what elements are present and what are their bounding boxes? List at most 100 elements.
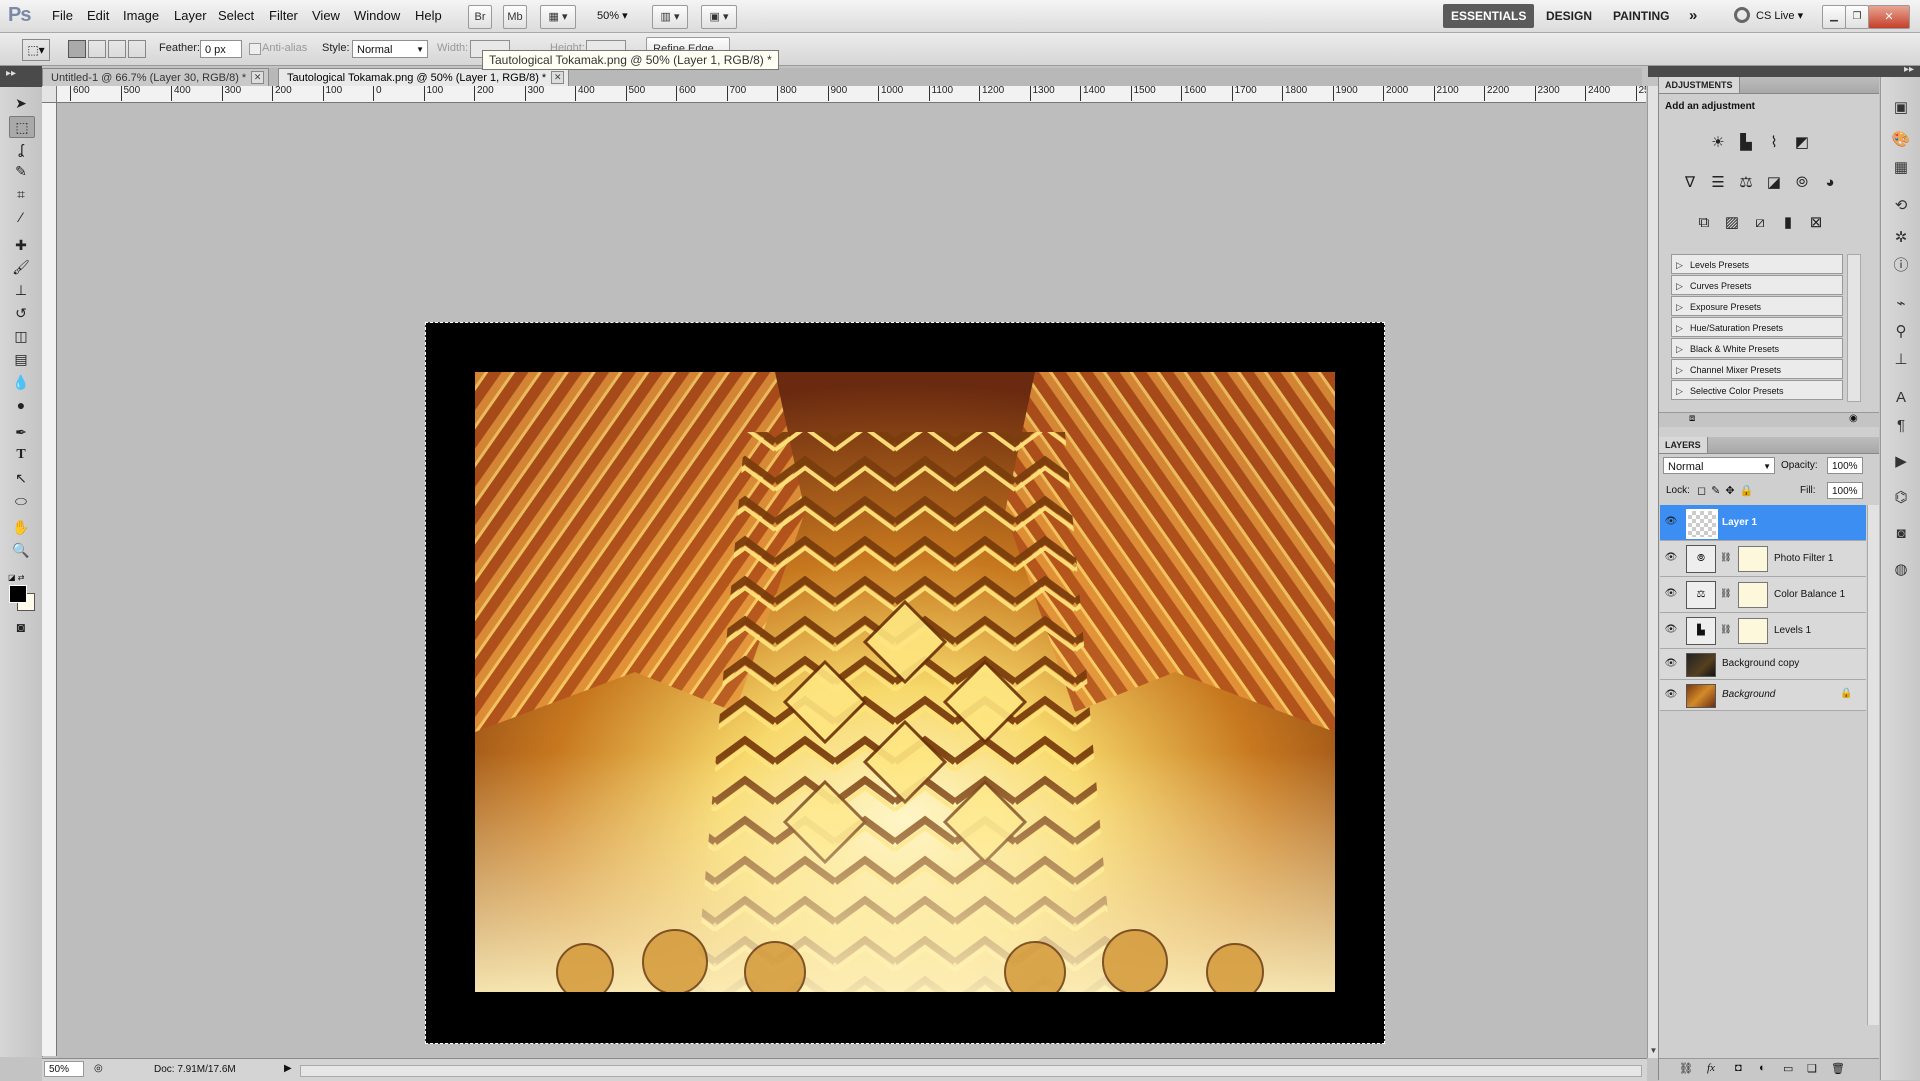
tool-presets-icon[interactable]: ⊥ (1890, 349, 1912, 371)
visibility-toggle-icon[interactable]: ◉ (1849, 413, 1858, 424)
presets-scrollbar[interactable] (1847, 254, 1861, 402)
ruler-origin[interactable] (42, 86, 57, 103)
clone-stamp-tool-icon[interactable]: ⊥ (9, 280, 33, 300)
eye-icon[interactable]: 👁 (1664, 688, 1678, 702)
add-mask-icon[interactable]: ◘ (1735, 1062, 1742, 1074)
menu-edit[interactable]: Edit (87, 0, 109, 32)
cs-live-menu[interactable]: CS Live ▾ (1756, 9, 1803, 22)
lock-options-icons[interactable]: ◻✎✥🔒 (1697, 484, 1758, 497)
close-window-button[interactable]: ✕ (1868, 5, 1910, 29)
quick-selection-tool-icon[interactable]: ✎ (9, 161, 33, 181)
pen-tool-icon[interactable]: ✒ (9, 422, 33, 442)
layer-row[interactable]: 👁 Background copy (1660, 649, 1866, 680)
anti-alias-checkbox[interactable] (249, 43, 261, 55)
menu-file[interactable]: File (52, 0, 73, 32)
screen-mode-button[interactable]: ▣ ▾ (701, 5, 737, 29)
link-layers-icon[interactable]: ⛓ (1679, 1062, 1693, 1075)
preset-hue-saturation[interactable]: Hue/Saturation Presets (1671, 317, 1843, 338)
preset-channel-mixer[interactable]: Channel Mixer Presets (1671, 359, 1843, 380)
actions-panel-icon[interactable]: ▶ (1890, 451, 1912, 473)
invert-icon[interactable]: ⧉ (1693, 212, 1715, 234)
swatches-panel-icon[interactable]: ▦ (1890, 157, 1912, 179)
clip-to-layer-icon[interactable]: ⧈ (1689, 413, 1695, 424)
menu-view[interactable]: View (312, 0, 340, 32)
status-menu-arrow-icon[interactable]: ▶ (284, 1063, 292, 1074)
intersect-selection-icon[interactable] (128, 40, 146, 58)
quick-mask-icon[interactable]: ◙ (9, 617, 33, 637)
move-tool-icon[interactable]: ➤ (9, 93, 33, 113)
close-tab-icon[interactable]: ✕ (551, 71, 565, 84)
gradient-map-icon[interactable]: ▮ (1777, 212, 1799, 234)
layer-name[interactable]: Color Balance 1 (1774, 577, 1845, 612)
preset-selective-color[interactable]: Selective Color Presets (1671, 380, 1843, 401)
workspace-design[interactable]: DESIGN (1546, 4, 1592, 28)
new-adjustment-icon[interactable]: ◐ (1759, 1062, 1766, 1074)
brush-tool-icon[interactable]: 🖌 (9, 257, 33, 277)
layer-row[interactable]: 👁 Layer 1 (1660, 505, 1866, 541)
fill-input[interactable]: 100% (1827, 482, 1863, 499)
channel-mixer-icon[interactable]: ◕ (1819, 172, 1841, 194)
blend-mode-select[interactable]: Normal ▼ (1663, 457, 1775, 474)
black-white-icon[interactable]: ◪ (1763, 172, 1785, 194)
menu-layer[interactable]: Layer (174, 0, 207, 32)
status-info-icon[interactable]: ◎ (94, 1063, 103, 1074)
minimize-button[interactable]: ▁ (1822, 5, 1846, 29)
close-tab-icon[interactable]: ✕ (251, 71, 265, 84)
layers-tab[interactable]: LAYERS (1659, 437, 1708, 453)
tab-untitled-1[interactable]: Untitled-1 @ 66.7% (Layer 30, RGB/8) * ✕ (42, 68, 270, 87)
arrange-documents-button[interactable]: ▥ ▾ (652, 5, 688, 29)
levels-icon[interactable]: ▙ (1735, 132, 1757, 154)
tab-tautological-tokamak[interactable]: Tautological Tokamak.png @ 50% (Layer 1,… (278, 68, 570, 87)
ellipse-tool-icon[interactable]: ⬭ (9, 491, 33, 511)
foreground-color-swatch[interactable] (9, 585, 27, 603)
hand-tool-icon[interactable]: ✋ (9, 517, 33, 537)
zoom-tool-icon[interactable]: 🔍 (9, 540, 33, 560)
adjustments-tab[interactable]: ADJUSTMENTS (1659, 77, 1740, 93)
paths-panel-icon[interactable]: ⌬ (1890, 487, 1912, 509)
workspace-essentials[interactable]: ESSENTIALS (1443, 4, 1535, 28)
crop-tool-icon[interactable]: ⌗ (9, 184, 33, 204)
marquee-tool-icon[interactable]: ⬚ (9, 116, 35, 138)
mini-bridge-icon[interactable]: ▣ (1890, 97, 1912, 119)
mini-bridge-button[interactable]: Mb (503, 5, 527, 29)
layer-row[interactable]: 👁 ⦾ ⛓ Photo Filter 1 (1660, 541, 1866, 577)
clone-source-icon[interactable]: ⚲ (1890, 321, 1912, 343)
preset-black-white[interactable]: Black & White Presets (1671, 338, 1843, 359)
3d-panel-icon[interactable]: ◍ (1890, 559, 1912, 581)
path-selection-tool-icon[interactable]: ↖ (9, 468, 33, 488)
layer-row[interactable]: 👁 Background 🔒 (1660, 680, 1866, 711)
preset-curves[interactable]: Curves Presets (1671, 275, 1843, 296)
canvas-area[interactable] (57, 103, 1647, 1058)
blur-tool-icon[interactable]: 💧 (9, 372, 33, 392)
cs-live-icon[interactable] (1734, 7, 1750, 23)
eye-icon[interactable]: 👁 (1664, 587, 1678, 601)
eye-icon[interactable]: 👁 (1664, 515, 1678, 529)
layer-name[interactable]: Layer 1 (1722, 505, 1757, 540)
layer-name[interactable]: Background copy (1722, 649, 1799, 679)
new-layer-icon[interactable]: ❑ (1807, 1062, 1817, 1075)
swap-colors-icon[interactable]: ◪ ⇄ (8, 573, 24, 582)
menu-select[interactable]: Select (218, 0, 254, 32)
paragraph-panel-icon[interactable]: ¶ (1890, 415, 1912, 437)
posterize-icon[interactable]: ▨ (1721, 212, 1743, 234)
layers-scrollbar[interactable] (1867, 505, 1879, 1025)
eye-icon[interactable]: 👁 (1664, 551, 1678, 565)
preset-levels[interactable]: Levels Presets (1671, 254, 1843, 275)
layer-name[interactable]: Levels 1 (1774, 613, 1811, 648)
character-panel-icon[interactable]: A (1890, 387, 1912, 409)
view-extras-button[interactable]: ▦ ▾ (540, 5, 576, 29)
menu-window[interactable]: Window (354, 0, 400, 32)
zoom-level[interactable]: 50% ▾ (597, 9, 628, 22)
dodge-tool-icon[interactable]: ● (9, 395, 33, 415)
hue-saturation-icon[interactable]: ☰ (1707, 172, 1729, 194)
workspace-painting[interactable]: PAINTING (1613, 4, 1669, 28)
exposure-icon[interactable]: ◩ (1791, 132, 1813, 154)
type-tool-icon[interactable]: T (9, 445, 33, 465)
eye-icon[interactable]: 👁 (1664, 657, 1678, 671)
opacity-input[interactable]: 100% (1827, 457, 1863, 474)
selective-color-icon[interactable]: ⊠ (1805, 212, 1827, 234)
add-selection-icon[interactable] (88, 40, 106, 58)
healing-brush-tool-icon[interactable]: ✚ (9, 235, 33, 255)
layer-row[interactable]: 👁 ▙ ⛓ Levels 1 (1660, 613, 1866, 649)
brightness-contrast-icon[interactable]: ☀ (1707, 132, 1729, 154)
